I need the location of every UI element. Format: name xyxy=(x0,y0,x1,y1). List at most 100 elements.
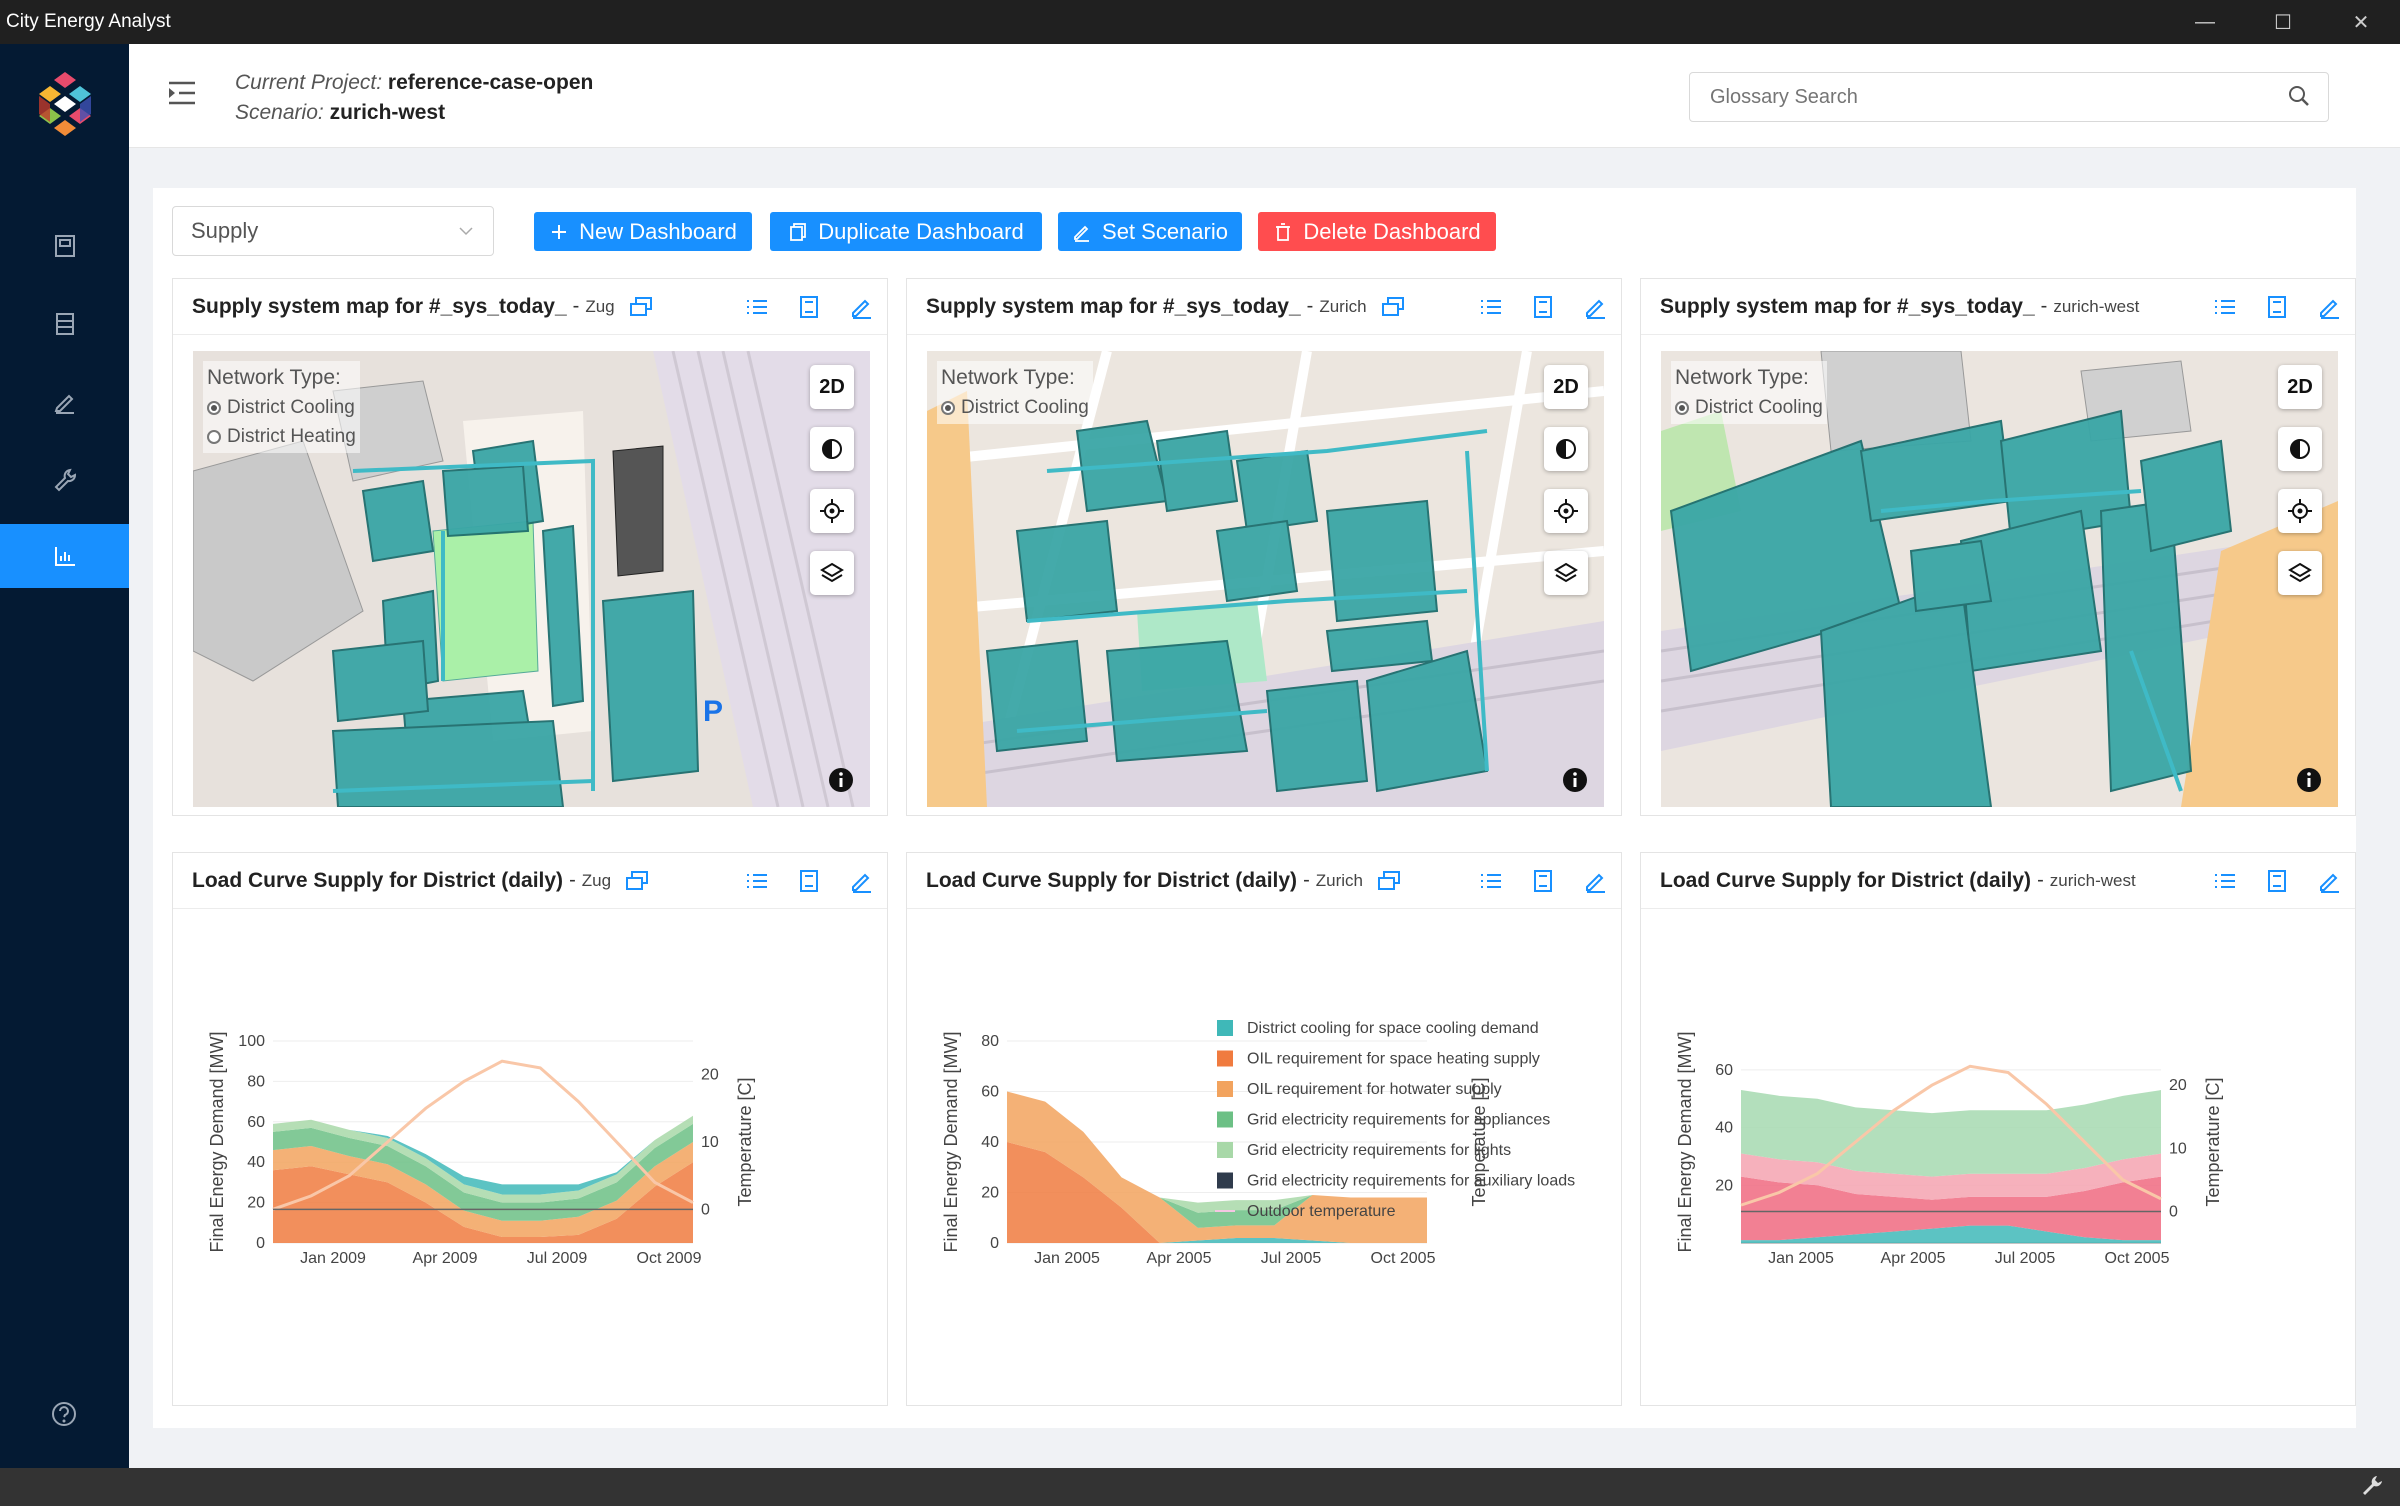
x-tick-label: Jul 2009 xyxy=(527,1250,588,1267)
edit-icon[interactable] xyxy=(2317,295,2341,319)
duplicate-dashboard-button[interactable]: Duplicate Dashboard xyxy=(770,212,1042,251)
x-tick-label: Apr 2005 xyxy=(1881,1250,1946,1267)
edit-icon[interactable] xyxy=(1583,869,1607,893)
legend-title: Network Type: xyxy=(941,366,1075,389)
delete-dashboard-label: Delete Dashboard xyxy=(1303,218,1481,244)
maximize-icon[interactable]: ☐ xyxy=(2244,0,2322,44)
wrench-icon xyxy=(54,468,76,492)
edit-icon[interactable] xyxy=(849,869,873,893)
info-icon[interactable] xyxy=(828,767,854,793)
window-controls: — ☐ ✕ xyxy=(2166,0,2400,44)
calculator-icon[interactable] xyxy=(797,295,821,319)
card-scenario: Zug xyxy=(581,870,612,890)
view-2d-button[interactable]: 2D xyxy=(2278,365,2322,409)
glossary-search-input[interactable] xyxy=(1689,72,2329,122)
chart-svg[interactable]: 20 40 60 0 10 20 Jan 2005 Apr 2005 Jul 2005 Oct 2… xyxy=(1661,1013,2361,1313)
supply-map[interactable]: Network Type: District Cooling 2D xyxy=(1661,351,2338,807)
set-scenario-button[interactable]: Set Scenario xyxy=(1058,212,1242,251)
chart-svg[interactable]: 0 20 40 60 80 Jan 2005 Apr 2005 Jul 2005 Oct 200… xyxy=(927,1013,1627,1313)
new-dashboard-button[interactable]: New Dashboard xyxy=(534,212,752,251)
menu-fold-icon[interactable] xyxy=(167,80,197,106)
layers-button[interactable] xyxy=(1544,551,1588,595)
chevron-down-icon xyxy=(459,227,473,236)
y-axis-title: Final Energy Demand [MW] xyxy=(207,1031,227,1252)
edit-icon[interactable] xyxy=(1583,295,1607,319)
minimize-icon[interactable]: — xyxy=(2166,0,2244,44)
legend-label: Grid electricity requirements for lights xyxy=(1247,1142,1511,1159)
card-header: Load Curve Supply for District (daily) -… xyxy=(907,853,1621,909)
network-option-cooling[interactable]: District Cooling xyxy=(941,393,1089,422)
trash-icon xyxy=(1276,222,1291,241)
info-icon[interactable] xyxy=(2296,767,2322,793)
locate-button[interactable] xyxy=(2278,489,2322,533)
nav-tools[interactable] xyxy=(0,292,129,356)
list-icon[interactable] xyxy=(1479,869,1503,893)
search-icon[interactable] xyxy=(2287,84,2311,108)
chart-card-zug: Load Curve Supply for District (daily) -… xyxy=(172,852,888,1406)
edit-icon[interactable] xyxy=(849,295,873,319)
legend-label: Outdoor temperature xyxy=(1247,1203,1396,1220)
calculator-icon[interactable] xyxy=(2265,869,2289,893)
new-dashboard-label: New Dashboard xyxy=(579,218,737,244)
x-tick-label: Jul 2005 xyxy=(1261,1250,1322,1267)
view-2d-button[interactable]: 2D xyxy=(1544,365,1588,409)
close-icon[interactable]: ✕ xyxy=(2322,0,2400,44)
list-icon[interactable] xyxy=(745,295,769,319)
list-icon[interactable] xyxy=(745,869,769,893)
list-icon[interactable] xyxy=(1479,295,1503,319)
calculator-icon[interactable] xyxy=(797,869,821,893)
theme-toggle-button[interactable] xyxy=(2278,427,2322,471)
list-icon[interactable] xyxy=(2213,869,2237,893)
y-axis-title: Final Energy Demand [MW] xyxy=(1675,1031,1695,1252)
nav-edit[interactable] xyxy=(0,370,129,434)
y-tick-label: 80 xyxy=(981,1033,999,1050)
info-icon[interactable] xyxy=(1562,767,1588,793)
view-2d-button[interactable]: 2D xyxy=(810,365,854,409)
nav-dashboard[interactable] xyxy=(0,524,129,588)
y-tick-label: 40 xyxy=(247,1154,265,1171)
dashboard-select[interactable]: Supply xyxy=(172,206,494,256)
radio-icon xyxy=(207,400,221,415)
card-header: Supply system map for #_sys_today_ - Zur… xyxy=(907,279,1621,335)
switch-scenario-icon[interactable] xyxy=(1381,296,1405,318)
theme-toggle-button[interactable] xyxy=(1544,427,1588,471)
layers-button[interactable] xyxy=(810,551,854,595)
switch-scenario-icon[interactable] xyxy=(625,870,649,892)
card-title: Supply system map for #_sys_today_ xyxy=(926,294,1301,318)
wrench-icon[interactable] xyxy=(2360,1474,2384,1498)
project-info: Current Project: reference-case-open Sce… xyxy=(235,68,593,128)
network-option-heating[interactable]: District Heating xyxy=(207,422,356,451)
chart-svg[interactable]: 0 20 40 60 80 100 0 10 20 Jan 2009 Apr 2009 Jul 200… xyxy=(193,1013,893,1313)
supply-map[interactable]: P Network Type: District Cooling Distric… xyxy=(193,351,870,807)
switch-scenario-icon[interactable] xyxy=(629,296,653,318)
card-title: Load Curve Supply for District (daily) xyxy=(926,868,1298,892)
layers-button[interactable] xyxy=(2278,551,2322,595)
locate-button[interactable] xyxy=(810,489,854,533)
project-value: reference-case-open xyxy=(387,71,594,94)
help-icon[interactable] xyxy=(50,1400,78,1428)
edit-icon[interactable] xyxy=(2317,869,2341,893)
status-bar xyxy=(0,1468,2400,1506)
switch-scenario-icon[interactable] xyxy=(1377,870,1401,892)
radio-icon xyxy=(1675,400,1689,415)
layers-icon xyxy=(2288,562,2312,583)
load-curve-chart[interactable]: 0 20 40 60 80 100 0 10 20 Jan 2009 Apr 2009 Jul 200… xyxy=(193,1013,893,1313)
nav-settings[interactable] xyxy=(0,448,129,512)
map-card-zurich-west: Supply system map for #_sys_today_ - zur… xyxy=(1640,278,2356,816)
calculator-icon[interactable] xyxy=(1531,295,1555,319)
load-curve-chart[interactable]: 20 40 60 0 10 20 Jan 2005 Apr 2005 Jul 2005 Oct 2… xyxy=(1661,1013,2361,1313)
card-scenario: Zurich xyxy=(1315,870,1363,890)
supply-map[interactable]: Network Type: District Cooling 2D xyxy=(927,351,1604,807)
locate-button[interactable] xyxy=(1544,489,1588,533)
calculator-icon[interactable] xyxy=(2265,295,2289,319)
calculator-icon[interactable] xyxy=(1531,869,1555,893)
network-option-cooling[interactable]: District Cooling xyxy=(1675,393,1823,422)
nav-project[interactable] xyxy=(0,214,129,278)
list-icon[interactable] xyxy=(2213,295,2237,319)
x-tick-label: Apr 2009 xyxy=(413,1250,478,1267)
y2-tick-label: 10 xyxy=(701,1134,719,1151)
load-curve-chart[interactable]: 0 20 40 60 80 Jan 2005 Apr 2005 Jul 2005 Oct 200… xyxy=(927,1013,1627,1313)
theme-toggle-button[interactable] xyxy=(810,427,854,471)
network-option-cooling[interactable]: District Cooling xyxy=(207,393,356,422)
delete-dashboard-button[interactable]: Delete Dashboard xyxy=(1258,212,1496,251)
